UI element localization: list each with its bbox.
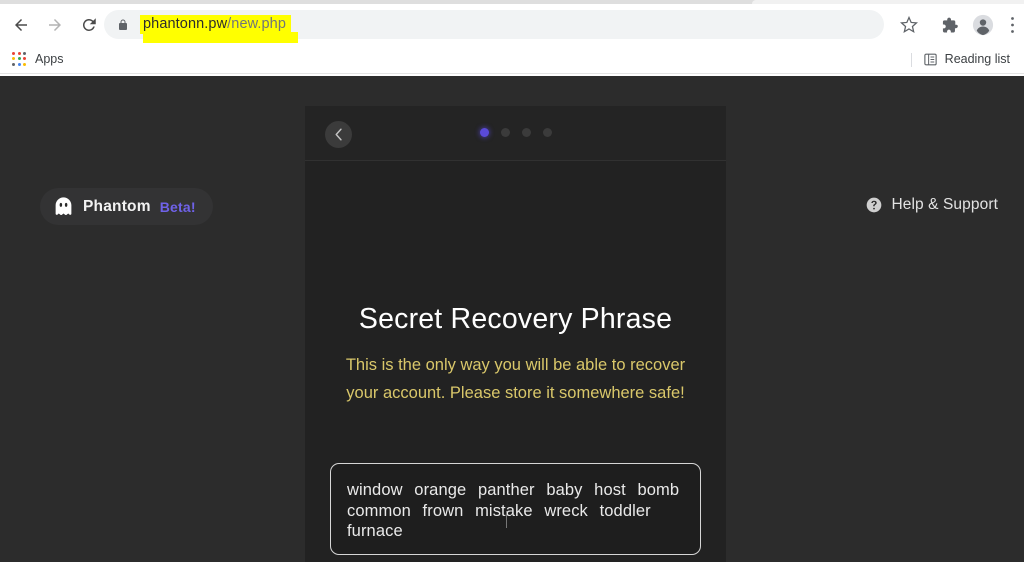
phantom-brand-name: Phantom xyxy=(83,197,151,215)
step-indicator xyxy=(305,128,726,137)
chrome-menu-icon[interactable] xyxy=(1004,12,1020,38)
text-cursor xyxy=(506,511,507,528)
seed-phrase-box[interactable]: window orange panther baby host bomb com… xyxy=(330,463,701,555)
url-host: phantonn.pw xyxy=(143,16,228,32)
reload-icon xyxy=(82,18,96,31)
page-title: Secret Recovery Phrase xyxy=(358,303,673,335)
step-dot-1 xyxy=(479,128,489,137)
extension-body: Secret Recovery Phrase This is the only … xyxy=(305,161,726,562)
url-path: /new.php xyxy=(227,16,287,32)
lock-icon xyxy=(116,18,130,32)
url-highlight-overlay xyxy=(143,32,298,43)
extensions-puzzle-icon[interactable] xyxy=(936,12,962,38)
ghost-icon xyxy=(55,197,72,215)
step-dot-3 xyxy=(521,128,531,137)
apps-grid-icon xyxy=(12,51,27,67)
extension-header xyxy=(305,106,726,161)
phantom-beta-tag: Beta! xyxy=(159,198,196,215)
phantom-extension-card: Secret Recovery Phrase This is the only … xyxy=(305,106,726,562)
profile-avatar-icon[interactable] xyxy=(970,12,996,38)
forward-button[interactable] xyxy=(42,12,68,38)
seed-phrase-words: window orange panther baby host bomb com… xyxy=(347,481,680,540)
reading-list-button[interactable]: Reading list xyxy=(917,48,1016,70)
phishing-page: Phantom Beta! Help & Support Secret Reco… xyxy=(0,76,1024,562)
bookmarks-divider xyxy=(911,53,912,67)
help-support-label: Help & Support xyxy=(891,196,998,213)
arrow-left-icon xyxy=(15,19,27,31)
bookmarks-bar: Apps Reading list xyxy=(0,44,1024,74)
reload-button[interactable] xyxy=(76,12,102,38)
help-support-link[interactable]: Help & Support xyxy=(866,196,998,214)
step-dot-4 xyxy=(542,128,552,137)
warning-text: This is the only way you will be able to… xyxy=(345,356,686,402)
question-circle-icon xyxy=(867,197,882,213)
bookmark-star-icon[interactable] xyxy=(896,12,922,38)
browser-chrome: phantonn.pw/new.php Apps Reading list xyxy=(0,0,1024,76)
back-button[interactable] xyxy=(8,12,34,38)
bookmark-apps-label: Apps xyxy=(35,52,64,66)
phantom-brand[interactable]: Phantom Beta! xyxy=(40,188,213,225)
bookmark-apps[interactable]: Apps xyxy=(6,48,70,70)
screenshot-root: phantonn.pw/new.php Apps Reading list Ph… xyxy=(0,0,1024,562)
reading-list-icon xyxy=(923,53,937,65)
step-dot-2 xyxy=(500,128,510,137)
arrow-right-icon xyxy=(49,19,61,31)
reading-list-label: Reading list xyxy=(944,52,1010,66)
